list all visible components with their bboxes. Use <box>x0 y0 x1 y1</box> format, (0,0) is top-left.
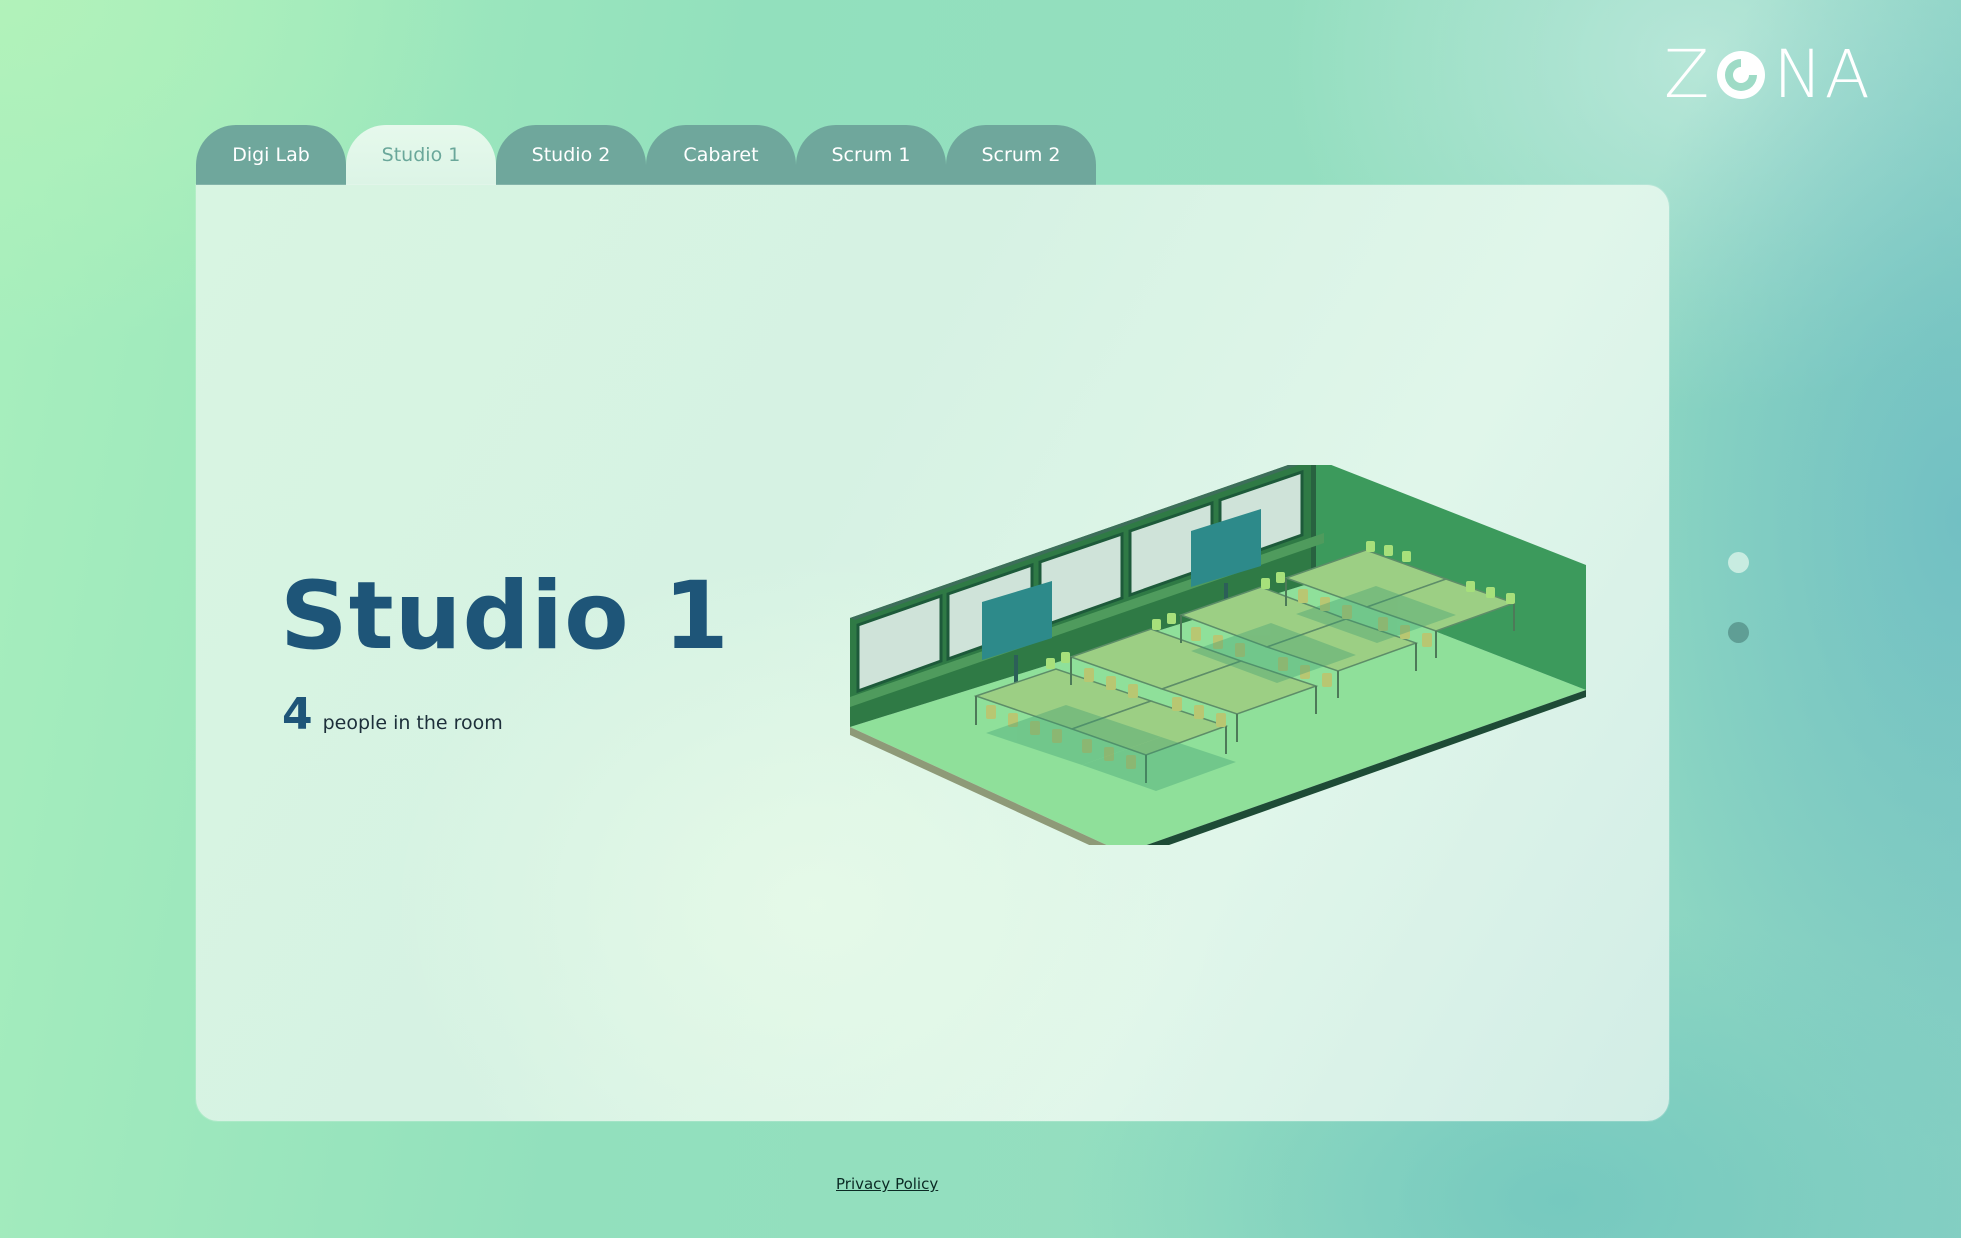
page-dot-2[interactable] <box>1728 622 1749 643</box>
occupancy-info: 4 people in the room <box>282 689 503 740</box>
tab-studio-2[interactable]: Studio 2 <box>496 125 646 185</box>
logo-text-left: Z <box>1664 36 1712 113</box>
room-panel: Studio 1 4 people in the room <box>196 185 1669 1121</box>
people-count: 4 <box>282 689 313 740</box>
isometric-classroom-image <box>850 465 1586 845</box>
room-tabs: Digi Lab Studio 1 Studio 2 Cabaret Scrum… <box>196 125 1096 185</box>
logo-text-right: NA <box>1773 36 1872 113</box>
tab-digi-lab[interactable]: Digi Lab <box>196 125 346 185</box>
zona-logo[interactable]: Z NA <box>1664 40 1872 110</box>
page-dot-1[interactable] <box>1728 552 1749 573</box>
tab-scrum-1[interactable]: Scrum 1 <box>796 125 946 185</box>
swirl-o-icon <box>1717 51 1766 99</box>
tab-cabaret[interactable]: Cabaret <box>646 125 796 185</box>
tab-scrum-2[interactable]: Scrum 2 <box>946 125 1096 185</box>
room-title: Studio 1 <box>280 562 730 671</box>
tab-studio-1[interactable]: Studio 1 <box>346 125 496 185</box>
people-label: people in the room <box>322 712 503 734</box>
privacy-policy-link[interactable]: Privacy Policy <box>836 1175 938 1193</box>
